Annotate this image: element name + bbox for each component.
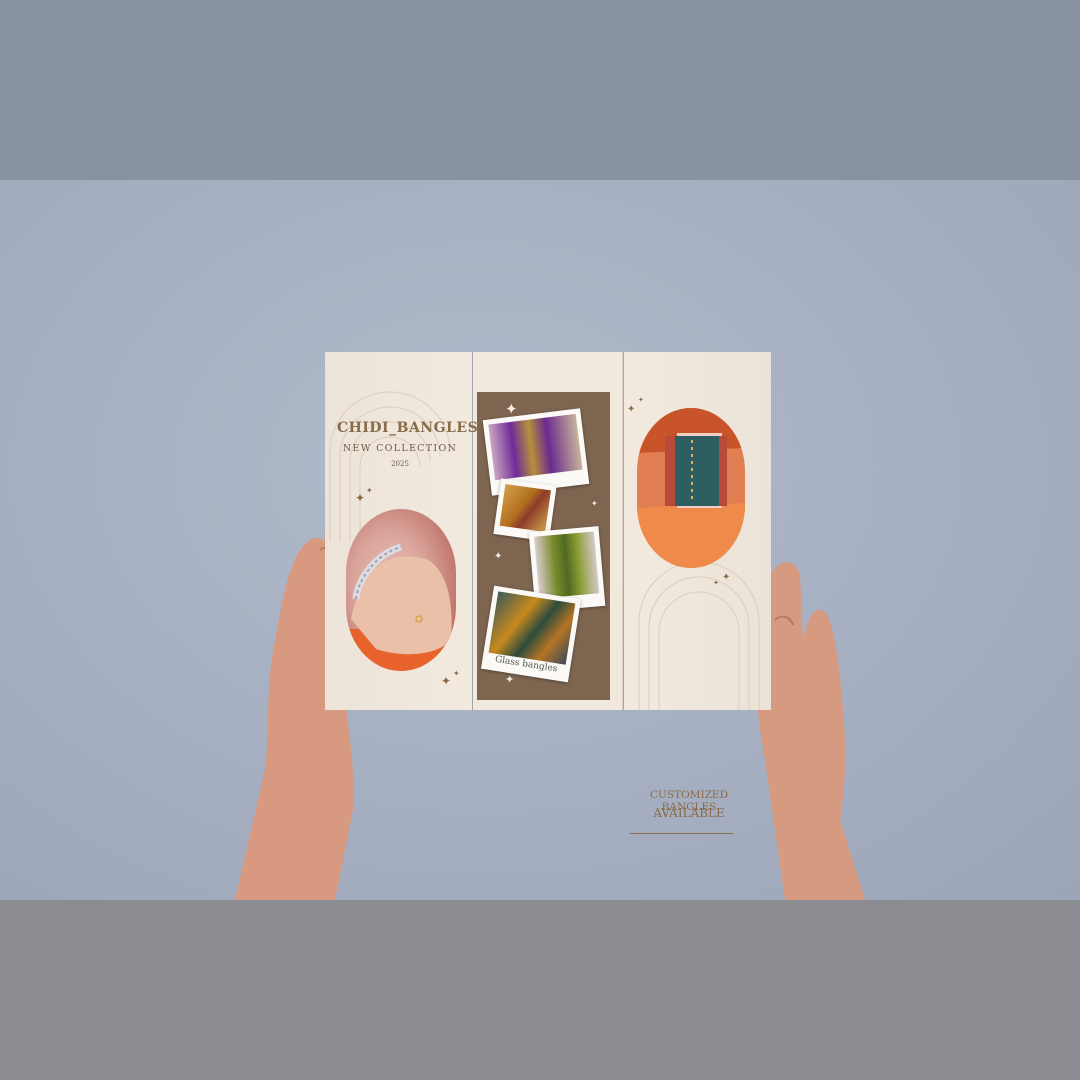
brand-name: CHIDI_BANGLES — [337, 420, 479, 436]
sparkle-icon: ✦ — [591, 499, 598, 508]
collection-subtitle: NEW COLLECTION — [342, 443, 458, 454]
bottom-border-band — [0, 900, 1080, 1080]
sparkle-icon: ✦ — [722, 572, 731, 583]
brochure-photo: CHIDI_BANGLES NEW COLLECTION 2025 ✦ ✦ ✦ … — [0, 180, 1080, 900]
bracelet-hand-photo — [346, 509, 456, 671]
sparkle-icon: ✦ — [441, 674, 452, 688]
sparkle-icon: ✦ — [505, 673, 515, 686]
sparkle-icon: ✦ — [355, 491, 366, 505]
polaroid-glass-bangles: Glass bangles — [480, 585, 582, 683]
sparkle-icon: ✦ — [505, 400, 518, 418]
sparkle-icon: ✦ — [638, 396, 644, 404]
trifold-brochure: CHIDI_BANGLES NEW COLLECTION 2025 ✦ ✦ ✦ … — [325, 352, 771, 834]
sparkle-icon: ✦ — [713, 579, 719, 587]
sparkle-icon: ✦ — [453, 669, 460, 678]
sparkle-icon: ✦ — [366, 486, 373, 495]
sparkle-icon: ✦ — [494, 551, 503, 562]
top-border-band — [0, 0, 1080, 180]
bangle-on-wrist-photo — [637, 408, 745, 568]
collection-year: 2025 — [391, 460, 409, 468]
sparkle-icon: ✦ — [627, 404, 636, 415]
available-text: AVAILABLE — [653, 806, 725, 820]
polaroid-collage-panel: ✦ ✦ ✦ ✦ Glass bangles — [477, 392, 610, 700]
divider-rule — [630, 833, 733, 834]
